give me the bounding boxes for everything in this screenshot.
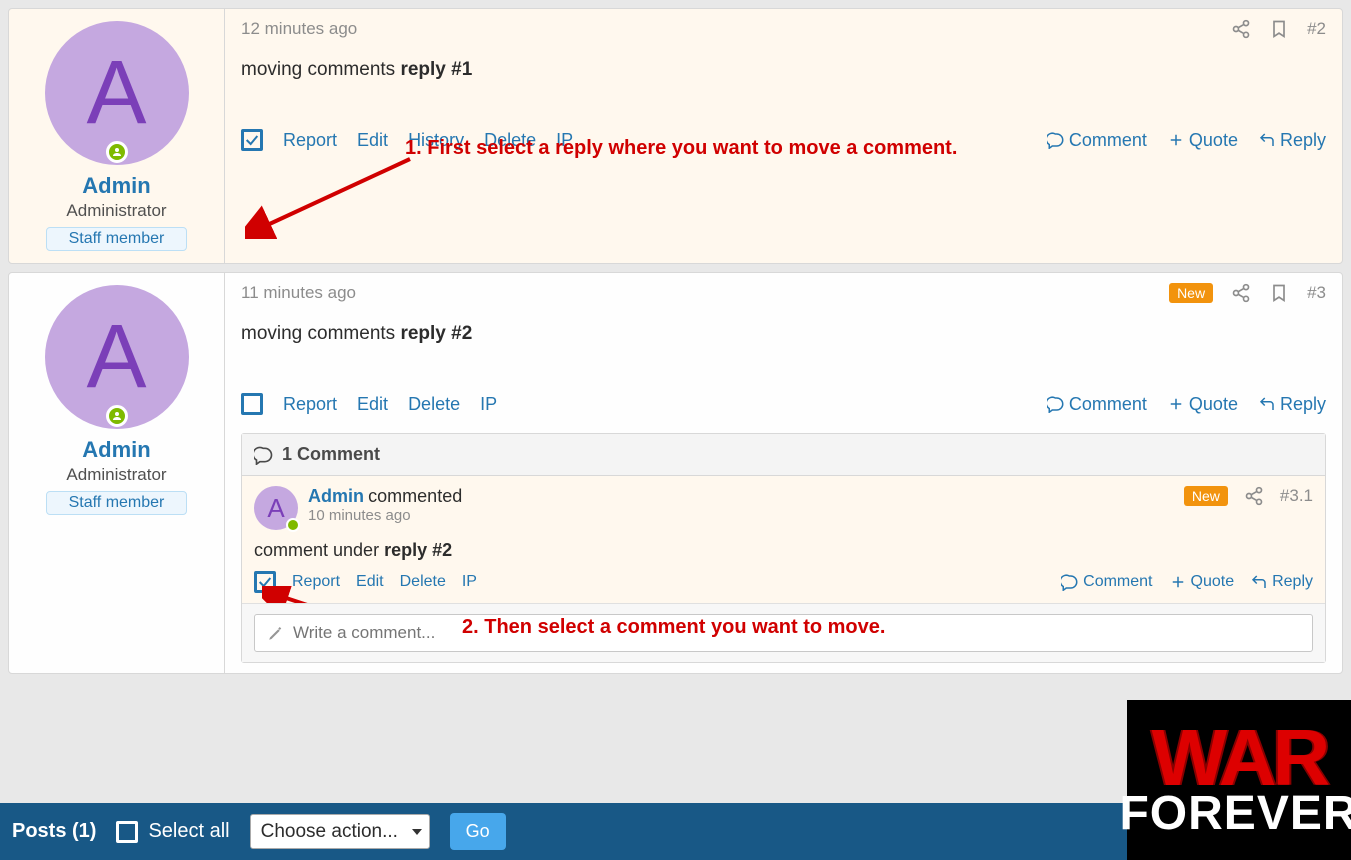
comments-section: 1 Comment A Admin commented 10 minutes a…	[241, 433, 1326, 663]
logo-line1: WAR	[1152, 724, 1327, 792]
edit-link[interactable]: Edit	[357, 130, 388, 151]
quote-button[interactable]: Quote	[1167, 130, 1238, 151]
post-actionbar: Report Edit Delete IP Comment Quote Repl…	[241, 385, 1326, 423]
comments-header: 1 Comment	[242, 434, 1325, 476]
comment-body: comment under reply #2	[254, 530, 1313, 571]
comment-input-wrap: 2. Then select a comment you want to mov…	[242, 603, 1325, 662]
post-main: 11 minutes ago New #3 moving comments re…	[225, 273, 1342, 673]
reply-button[interactable]: Reply	[1258, 394, 1326, 415]
action-select[interactable]: Choose action...	[250, 814, 430, 849]
new-badge: New	[1169, 283, 1213, 303]
user-title: Administrator	[21, 465, 212, 485]
post-time[interactable]: 12 minutes ago	[241, 19, 357, 39]
post-number[interactable]: #2	[1307, 19, 1326, 39]
post-body: moving comments reply #1	[241, 47, 1326, 121]
report-link[interactable]: Report	[283, 130, 337, 151]
comment-item: A Admin commented 10 minutes ago New #3.…	[242, 476, 1325, 603]
post-select-checkbox[interactable]	[241, 129, 263, 151]
avatar-wrap[interactable]: A	[45, 21, 189, 165]
post-number[interactable]: #3	[1307, 283, 1326, 303]
logo-ad[interactable]: WAR FOREVER	[1127, 700, 1351, 860]
go-button[interactable]: Go	[450, 813, 506, 850]
online-dot-icon	[286, 518, 300, 532]
post-2: A Admin Administrator Staff member 12 mi…	[8, 8, 1343, 264]
online-badge-icon	[106, 405, 128, 427]
post-user-cell: A Admin Administrator Staff member	[9, 273, 225, 673]
quote-button[interactable]: Quote	[1167, 394, 1238, 415]
comment-icon	[254, 445, 274, 465]
username-link[interactable]: Admin	[21, 173, 212, 199]
pencil-icon	[267, 624, 285, 642]
comment-actionbar: Report Edit Delete IP Comment Quote Repl…	[254, 571, 1313, 593]
annotation-2: 2. Then select a comment you want to mov…	[462, 616, 885, 639]
staff-badge: Staff member	[46, 227, 188, 251]
bookmark-icon[interactable]	[1269, 19, 1289, 39]
logo-line2: FOREVER	[1119, 792, 1351, 835]
share-icon[interactable]	[1231, 19, 1251, 39]
post-time[interactable]: 11 minutes ago	[241, 283, 356, 303]
comment-time[interactable]: 10 minutes ago	[308, 507, 1174, 524]
new-badge: New	[1184, 486, 1228, 506]
comment-select-checkbox[interactable]	[254, 571, 276, 593]
username-link[interactable]: Admin	[21, 437, 212, 463]
bookmark-icon[interactable]	[1269, 283, 1289, 303]
edit-link[interactable]: Edit	[356, 573, 384, 591]
delete-link[interactable]: Delete	[400, 573, 446, 591]
avatar-wrap[interactable]: A	[45, 285, 189, 429]
post-main: 12 minutes ago #2 moving comments reply …	[225, 9, 1342, 263]
comment-avatar[interactable]: A	[254, 486, 298, 530]
comment-button[interactable]: Comment	[1061, 573, 1152, 591]
report-link[interactable]: Report	[292, 573, 340, 591]
share-icon[interactable]	[1231, 283, 1251, 303]
comment-button[interactable]: Comment	[1047, 130, 1147, 151]
reply-button[interactable]: Reply	[1250, 573, 1313, 591]
ip-link[interactable]: IP	[480, 394, 497, 415]
post-body: moving comments reply #2	[241, 311, 1326, 385]
comment-number[interactable]: #3.1	[1280, 486, 1313, 506]
post-3: A Admin Administrator Staff member 11 mi…	[8, 272, 1343, 674]
reply-button[interactable]: Reply	[1258, 130, 1326, 151]
select-all-checkbox[interactable]	[116, 821, 138, 843]
posts-count-label: Posts (1)	[12, 820, 96, 843]
ip-link[interactable]: IP	[462, 573, 477, 591]
select-all-toggle[interactable]: Select all	[116, 820, 229, 843]
staff-badge: Staff member	[46, 491, 188, 515]
report-link[interactable]: Report	[283, 394, 337, 415]
annotation-arrow-1	[245, 149, 425, 239]
comment-author-link[interactable]: Admin	[308, 486, 364, 506]
quote-button[interactable]: Quote	[1169, 573, 1235, 591]
online-badge-icon	[106, 141, 128, 163]
delete-link[interactable]: Delete	[408, 394, 460, 415]
share-icon[interactable]	[1244, 486, 1264, 506]
annotation-1: 1. First select a reply where you want t…	[405, 137, 957, 160]
comment-button[interactable]: Comment	[1047, 394, 1147, 415]
edit-link[interactable]: Edit	[357, 394, 388, 415]
post-select-checkbox[interactable]	[241, 393, 263, 415]
post-user-cell: A Admin Administrator Staff member	[9, 9, 225, 263]
user-title: Administrator	[21, 201, 212, 221]
